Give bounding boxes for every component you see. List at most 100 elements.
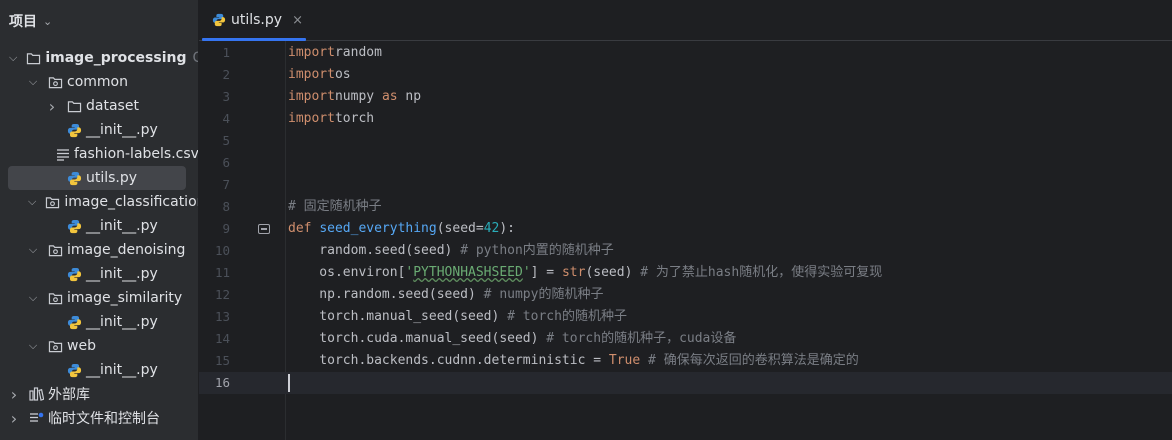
tree-folder-image-classification[interactable]: ⌵ image_classification bbox=[0, 190, 198, 214]
tab-utils-py[interactable]: utils.py × bbox=[199, 0, 306, 41]
code-line[interactable]: 2 importos bbox=[199, 64, 1172, 86]
tree-item-label: __init__.py bbox=[86, 218, 158, 234]
code-line[interactable]: 5 bbox=[199, 130, 1172, 152]
code-text: os.environ['PYTHONHASHSEED'] = str(seed)… bbox=[288, 265, 883, 280]
python-file-icon bbox=[66, 170, 82, 186]
scratch-icon bbox=[28, 410, 44, 426]
line-number: 8 bbox=[222, 199, 230, 214]
tree-item-label: web bbox=[67, 338, 96, 354]
line-number: 16 bbox=[214, 375, 230, 390]
tree-item-path-hint: C:\U bbox=[192, 50, 199, 66]
code-text: torch.cuda.manual_seed(seed) # torch的随机种… bbox=[288, 331, 737, 346]
tree-file-denoising-init[interactable]: __init__.py bbox=[0, 262, 198, 286]
line-number: 10 bbox=[214, 243, 230, 258]
code-line[interactable]: 15 torch.backends.cudnn.deterministic = … bbox=[199, 350, 1172, 372]
tree-folder-image-similarity[interactable]: ⌵ image_similarity bbox=[0, 286, 198, 310]
tree-item-label: 外部库 bbox=[48, 387, 90, 403]
code-text: importrandom bbox=[288, 45, 382, 60]
tree-item-label: fashion-labels.csv bbox=[74, 146, 198, 162]
folder-icon bbox=[26, 50, 41, 66]
tree-folder-image-denoising[interactable]: ⌵ image_denoising bbox=[0, 238, 198, 262]
code-text: importos bbox=[288, 67, 351, 82]
code-text: torch.manual_seed(seed) # torch的随机种子 bbox=[288, 309, 627, 324]
chevron-down-icon[interactable]: ⌵ bbox=[28, 339, 38, 353]
line-number: 13 bbox=[214, 309, 230, 324]
tree-file-utils[interactable]: utils.py bbox=[0, 166, 198, 190]
chevron-down-icon[interactable]: ⌵ bbox=[28, 291, 38, 305]
tree-item-label: __init__.py bbox=[86, 362, 158, 378]
tree-item-label: image_similarity bbox=[67, 290, 183, 306]
code-line[interactable]: 16 bbox=[199, 372, 1172, 394]
python-file-icon bbox=[66, 218, 82, 234]
tree-folder-web[interactable]: ⌵ web bbox=[0, 334, 198, 358]
code-line[interactable]: 3 importnumpy as np bbox=[199, 86, 1172, 108]
tree-external-libraries[interactable]: › 外部库 bbox=[0, 382, 198, 406]
code-text: importnumpy as np bbox=[288, 89, 422, 104]
python-file-icon bbox=[66, 314, 82, 330]
tab-label: utils.py bbox=[231, 12, 283, 28]
tree-item-label: dataset bbox=[86, 98, 139, 114]
code-line[interactable]: 12 np.random.seed(seed) # numpy的随机种子 bbox=[199, 284, 1172, 306]
code-text: np.random.seed(seed) # numpy的随机种子 bbox=[288, 287, 604, 302]
line-number: 7 bbox=[222, 177, 230, 192]
chevron-right-icon[interactable]: › bbox=[9, 409, 19, 428]
fold-marker-icon[interactable] bbox=[258, 224, 270, 234]
code-line[interactable]: 8 # 固定随机种子 bbox=[199, 196, 1172, 218]
chevron-down-icon[interactable]: ⌵ bbox=[28, 195, 36, 209]
python-file-icon bbox=[211, 12, 227, 28]
code-text: importtorch bbox=[288, 111, 375, 126]
code-line[interactable]: 9 def seed_everything(seed=42): bbox=[199, 218, 1172, 240]
tree-item-label: image_processing bbox=[45, 50, 187, 66]
tree-item-label: utils.py bbox=[86, 170, 138, 186]
project-panel-header[interactable]: 项目 ⌄ bbox=[0, 0, 198, 42]
tree-file-similarity-init[interactable]: __init__.py bbox=[0, 310, 198, 334]
code-line[interactable]: 10 random.seed(seed) # python内置的随机种子 bbox=[199, 240, 1172, 262]
chevron-right-icon[interactable]: › bbox=[9, 385, 19, 404]
chevron-down-icon[interactable]: ⌵ bbox=[28, 243, 38, 257]
chevron-down-icon[interactable]: ⌵ bbox=[28, 75, 38, 89]
code-line[interactable]: 7 bbox=[199, 174, 1172, 196]
tree-item-label: __init__.py bbox=[86, 314, 158, 330]
line-number: 15 bbox=[214, 353, 230, 368]
code-line[interactable]: 6 bbox=[199, 152, 1172, 174]
code-text: random.seed(seed) # python内置的随机种子 bbox=[288, 243, 614, 258]
chevron-down-icon[interactable]: ⌄ bbox=[43, 15, 52, 28]
code-text: torch.backends.cudnn.deterministic = Tru… bbox=[288, 353, 859, 368]
line-number: 12 bbox=[214, 287, 230, 302]
package-folder-icon bbox=[47, 290, 63, 306]
chevron-right-icon[interactable]: › bbox=[47, 97, 57, 116]
package-folder-icon bbox=[47, 338, 63, 354]
tree-item-label: __init__.py bbox=[86, 266, 158, 282]
python-file-icon bbox=[66, 362, 82, 378]
editor-tab-bar: utils.py × bbox=[199, 0, 1172, 41]
tree-item-label: __init__.py bbox=[86, 122, 158, 138]
tree-item-label: image_classification bbox=[64, 194, 198, 210]
tree-root-image-processing[interactable]: ⌵ image_processing C:\U bbox=[0, 46, 198, 70]
tree-file-web-init[interactable]: __init__.py bbox=[0, 358, 198, 382]
package-folder-icon bbox=[47, 242, 63, 258]
tree-folder-common[interactable]: ⌵ common bbox=[0, 70, 198, 94]
line-number: 1 bbox=[222, 45, 230, 60]
package-folder-icon bbox=[45, 194, 60, 210]
code-line[interactable]: 4 importtorch bbox=[199, 108, 1172, 130]
line-number: 3 bbox=[222, 89, 230, 104]
tree-file-fashion-labels[interactable]: fashion-labels.csv bbox=[0, 142, 198, 166]
text-file-icon bbox=[56, 146, 70, 162]
line-number: 11 bbox=[214, 265, 230, 280]
line-number: 4 bbox=[222, 111, 230, 126]
tree-folder-dataset[interactable]: › dataset bbox=[0, 94, 198, 118]
code-line[interactable]: 13 torch.manual_seed(seed) # torch的随机种子 bbox=[199, 306, 1172, 328]
close-icon[interactable]: × bbox=[292, 13, 303, 28]
code-line[interactable]: 14 torch.cuda.manual_seed(seed) # torch的… bbox=[199, 328, 1172, 350]
chevron-down-icon[interactable]: ⌵ bbox=[9, 51, 17, 65]
line-number: 6 bbox=[222, 155, 230, 170]
tree-item-label: common bbox=[67, 74, 128, 90]
tree-file-common-init[interactable]: __init__.py bbox=[0, 118, 198, 142]
code-line[interactable]: 11 os.environ['PYTHONHASHSEED'] = str(se… bbox=[199, 262, 1172, 284]
code-line[interactable]: 1 importrandom bbox=[199, 42, 1172, 64]
line-number: 9 bbox=[222, 221, 230, 236]
tree-file-classification-init[interactable]: __init__.py bbox=[0, 214, 198, 238]
code-editor[interactable]: utils.py × 1 importrandom 2 importos 3 import… bbox=[199, 0, 1172, 440]
tree-scratches-consoles[interactable]: › 临时文件和控制台 bbox=[0, 406, 198, 430]
python-file-icon bbox=[66, 122, 82, 138]
